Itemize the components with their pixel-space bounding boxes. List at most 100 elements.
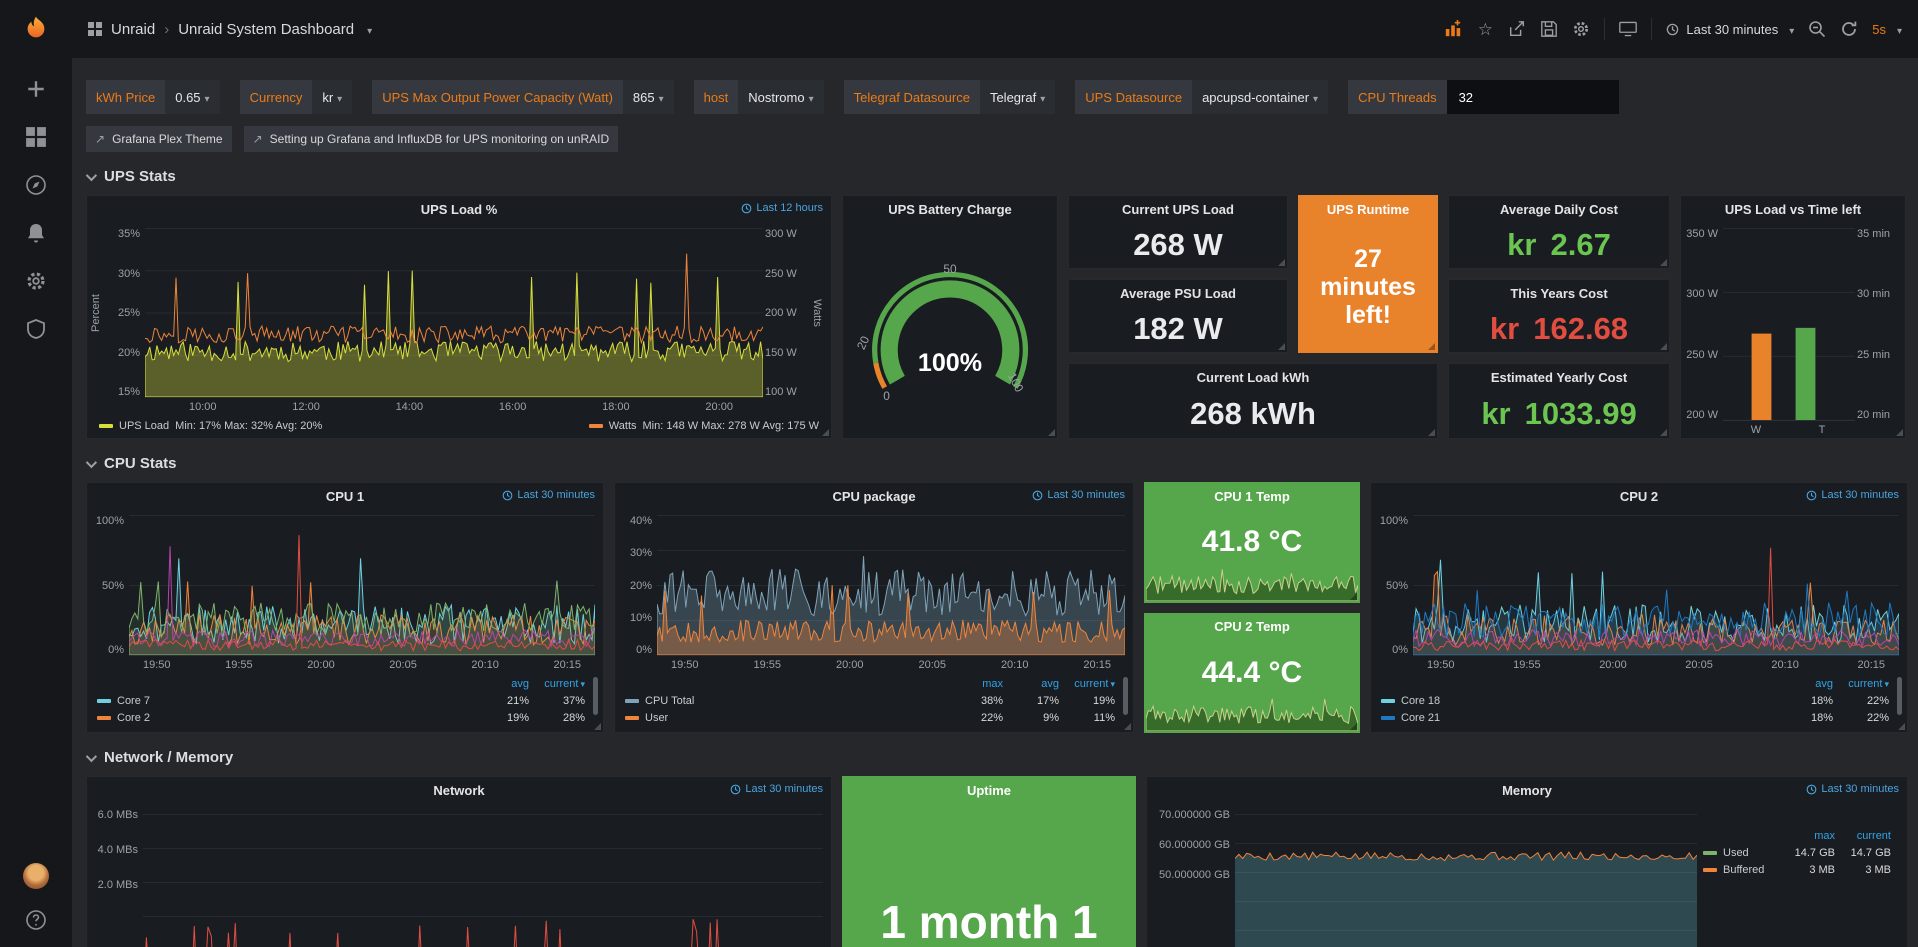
memory-chart-plot[interactable] [1235,809,1697,947]
cpu2-chart-plot[interactable] [1413,515,1899,656]
user-avatar[interactable] [23,863,49,889]
zoom-out-icon[interactable] [1808,20,1826,38]
section-ups-stats[interactable]: UPS Stats [86,168,1908,185]
section-network-memory[interactable]: Network / Memory [86,749,1908,766]
legend-series-name[interactable]: User [645,712,668,724]
time-range-picker[interactable]: Last 30 minutes [1666,22,1794,37]
legend-sort-current[interactable]: current [1835,830,1891,842]
legend-sort-avg[interactable]: avg [473,678,529,690]
legend-sort-avg[interactable]: avg [1777,678,1833,690]
panel-title[interactable]: Memory [1147,777,1907,803]
alerting-bell-icon[interactable] [25,222,47,244]
legend-sort-current[interactable]: current [529,678,585,690]
dashboard-link-ups-monitoring-guide[interactable]: Setting up Grafana and InfluxDB for UPS … [244,126,619,152]
stat-value: kr162.68 [1449,306,1669,352]
variable-value-dropdown[interactable]: kr [312,80,352,114]
section-title: Network / Memory [104,749,233,766]
variable-label: Currency [240,80,313,114]
dashboard-settings-gear-icon[interactable] [1572,20,1590,38]
variable-ups-datasource: UPS Datasource apcupsd-container [1075,80,1328,114]
variable-value-dropdown[interactable]: apcupsd-container [1192,80,1328,114]
y-axis-left: 40%30%20%10%0% [617,515,657,656]
panel-title[interactable]: UPS Load % [87,196,831,222]
navbar: Unraid Unraid System Dashboard [72,0,1918,58]
legend-series-stats: Min: 148 W Max: 278 W Avg: 175 W [643,420,819,432]
y-axis-left: 100%50%0% [1373,515,1413,656]
dashboards-icon[interactable] [25,126,47,148]
dashboard-link-grafana-plex-theme[interactable]: Grafana Plex Theme [86,126,232,152]
cpu-threads-input[interactable] [1447,80,1619,114]
ups-load-chart-plot[interactable] [145,228,763,398]
panel-title[interactable]: Average Daily Cost [1449,196,1669,222]
legend-series-name[interactable]: Watts [609,420,637,432]
panel-title[interactable]: Average PSU Load [1069,280,1287,306]
legend-scrollbar[interactable] [1897,677,1902,715]
legend-series-name[interactable]: Buffered [1723,864,1764,876]
panel-this-years-cost: This Years Cost kr162.68 [1448,279,1670,353]
legend-series-name[interactable]: Core 18 [1401,695,1440,707]
legend-sort-current[interactable]: current [1833,678,1889,690]
panel-title[interactable]: UPS Load vs Time left [1681,196,1905,222]
legend-sort-avg[interactable]: avg [1003,678,1059,690]
network-chart-plot[interactable] [143,809,823,947]
share-icon[interactable] [1508,20,1526,38]
legend-row: CPU Total 38% 17% 19% [625,692,1115,709]
panel-title[interactable]: CPU 2 Temp [1145,614,1359,640]
breadcrumb-separator [164,21,169,38]
variable-kwh-price: kWh Price 0.65 [86,80,220,114]
legend-series-name[interactable]: Used [1723,847,1749,859]
section-cpu-stats[interactable]: CPU Stats [86,455,1908,472]
chevron-down-icon [86,169,97,180]
legend-series-name[interactable]: Core 7 [117,695,150,707]
refresh-interval-picker[interactable]: 5s [1872,22,1902,37]
panel-title[interactable]: Estimated Yearly Cost [1449,364,1669,390]
panel-title[interactable]: This Years Cost [1449,280,1669,306]
legend-series-name[interactable]: Core 21 [1401,712,1440,724]
star-icon[interactable] [1476,20,1494,38]
explore-icon[interactable] [25,174,47,196]
breadcrumb-folder[interactable]: Unraid [111,21,155,38]
legend-sort-current[interactable]: current [1059,678,1115,690]
help-icon[interactable] [25,909,47,931]
tv-mode-icon[interactable] [1619,20,1637,38]
cpu1-chart-plot[interactable] [129,515,595,656]
variable-label: CPU Threads [1348,80,1447,114]
sparkline [1146,695,1358,731]
legend-scrollbar[interactable] [1123,677,1128,715]
breadcrumb-dashboard-title[interactable]: Unraid System Dashboard [178,21,354,38]
panel-title[interactable]: UPS Battery Charge [843,196,1057,222]
legend-series-name[interactable]: UPS Load [119,420,169,432]
variable-value-dropdown[interactable]: 865 [623,80,674,114]
add-icon[interactable] [25,78,47,100]
legend-sort-max[interactable]: max [1779,830,1835,842]
panel-title[interactable]: Network [87,777,831,803]
security-shield-icon[interactable] [25,318,47,340]
panel-uptime: Uptime 1 month 1 [842,776,1136,947]
legend-series-name[interactable]: Core 2 [117,712,150,724]
refresh-icon[interactable] [1840,20,1858,38]
variable-label: UPS Datasource [1075,80,1192,114]
panel-title[interactable]: Uptime [843,777,1135,803]
save-icon[interactable] [1540,20,1558,38]
configuration-gear-icon[interactable] [25,270,47,292]
legend-scrollbar[interactable] [593,677,598,715]
panel-time-override: Last 30 minutes [730,783,823,795]
add-panel-icon[interactable] [1444,20,1462,38]
panel-title[interactable]: Current Load kWh [1069,364,1437,390]
cpu-package-chart-plot[interactable] [657,515,1125,656]
chart-legend-table: max current Used 14.7 GB 14.7 GB Buffere… [1699,803,1907,947]
panel-title[interactable]: CPU 1 Temp [1145,483,1359,509]
legend-series-name[interactable]: CPU Total [645,695,694,707]
grafana-logo[interactable] [0,0,72,58]
variable-value-dropdown[interactable]: Nostromo [738,80,823,114]
dashboard-switcher-caret[interactable] [363,21,372,38]
dashboard-grid-icon[interactable] [88,22,102,36]
external-link-icon [95,132,105,146]
variable-value-dropdown[interactable]: Telegraf [980,80,1055,114]
variable-value-dropdown[interactable]: 0.65 [165,80,219,114]
load-vs-time-plot[interactable] [1723,228,1855,421]
panel-title[interactable]: UPS Runtime [1299,196,1437,222]
legend-sort-max[interactable]: max [947,678,1003,690]
panel-title[interactable]: Current UPS Load [1069,196,1287,222]
chevron-down-icon [86,456,97,467]
